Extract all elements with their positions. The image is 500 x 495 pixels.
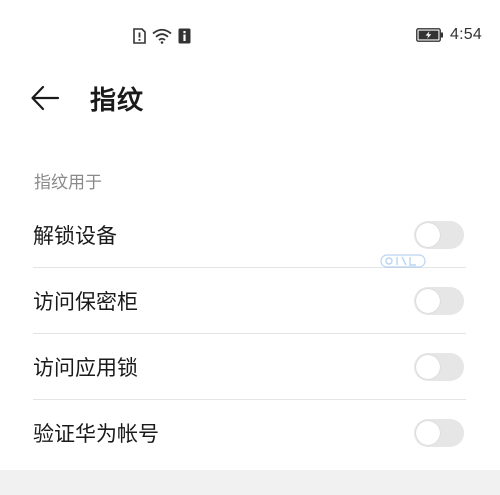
toggle-knob	[416, 223, 440, 247]
toggle-unlock-device[interactable]	[414, 221, 464, 249]
toggle-knob	[416, 421, 440, 445]
status-time: 4:54	[450, 26, 482, 43]
row-label: 解锁设备	[33, 224, 117, 248]
wifi-icon	[152, 28, 172, 44]
toggle-access-safe[interactable]	[414, 287, 464, 315]
arrow-left-icon	[31, 85, 60, 111]
fingerprint-settings-screen: 4:54 指纹 指纹用于 解锁设备 访问保密柜 访问应用锁 验证华为帐号	[0, 0, 500, 495]
toggle-knob	[416, 289, 440, 313]
settings-row-access-safe[interactable]: 访问保密柜	[0, 268, 500, 334]
row-label: 访问应用锁	[33, 356, 138, 380]
back-button[interactable]	[30, 82, 66, 114]
toggle-knob	[416, 355, 440, 379]
page-title: 指纹	[90, 86, 145, 116]
settings-row-verify-huawei-id[interactable]: 验证华为帐号	[0, 400, 500, 466]
status-icons-right: 4:54	[416, 26, 482, 44]
row-label: 验证华为帐号	[33, 422, 159, 446]
battery-charging-icon	[416, 28, 444, 42]
bottom-section-background	[0, 470, 500, 495]
settings-list: 解锁设备 访问保密柜 访问应用锁 验证华为帐号	[0, 202, 500, 466]
watermark-logo	[380, 254, 426, 268]
status-bar: 4:54	[0, 0, 500, 72]
app-bar: 指纹	[0, 72, 500, 124]
toggle-access-app-lock[interactable]	[414, 353, 464, 381]
sim-icon	[133, 28, 146, 44]
section-header: 指纹用于	[34, 173, 102, 193]
toggle-verify-huawei-id[interactable]	[414, 419, 464, 447]
settings-row-access-app-lock[interactable]: 访问应用锁	[0, 334, 500, 400]
row-label: 访问保密柜	[33, 290, 138, 314]
status-icons-center	[133, 28, 191, 44]
info-icon	[178, 28, 191, 44]
